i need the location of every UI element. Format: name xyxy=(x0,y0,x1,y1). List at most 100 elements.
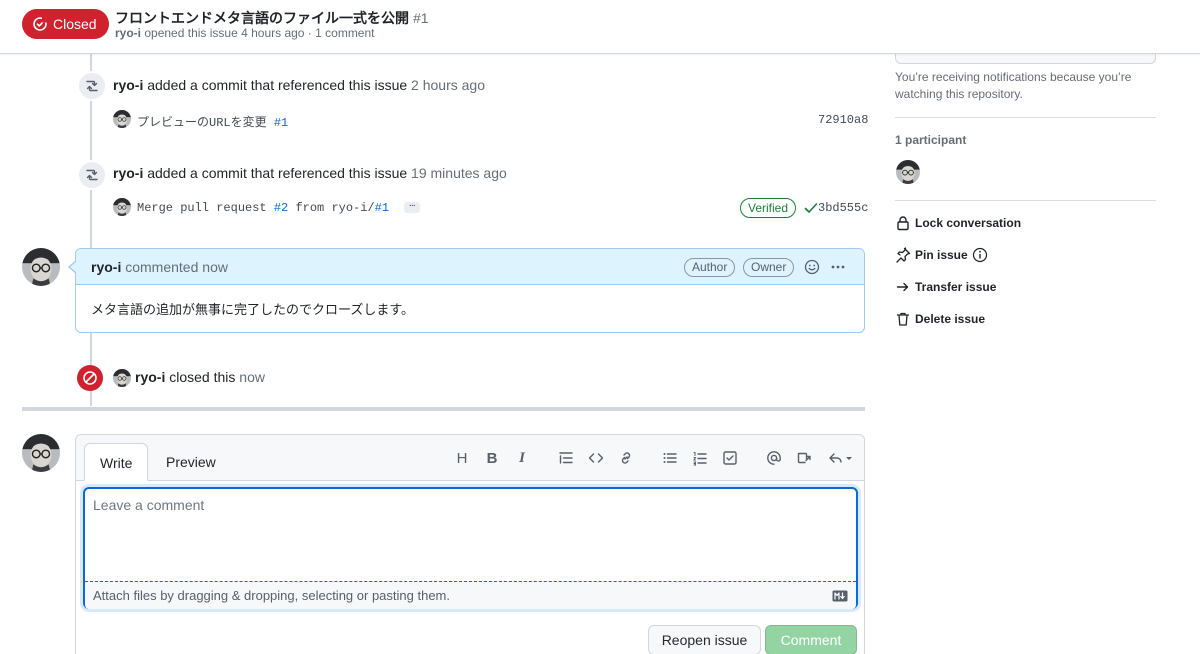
cross-reference-icon xyxy=(86,169,98,181)
delete-issue-label: Delete issue xyxy=(915,312,986,326)
saved-replies-button[interactable] xyxy=(828,450,854,466)
event-action: added a commit that referenced this issu… xyxy=(147,77,408,93)
comment-button[interactable]: Comment xyxy=(765,625,857,654)
bold-button[interactable]: B xyxy=(484,450,500,467)
avatar[interactable] xyxy=(113,369,131,387)
timeline-event-1: ryo-i added a commit that referenced thi… xyxy=(113,77,485,93)
timeline-line xyxy=(90,54,92,406)
lock-conversation-button[interactable]: Lock conversation xyxy=(895,215,1021,231)
quote-button[interactable] xyxy=(558,450,574,466)
participant-avatar[interactable] xyxy=(896,160,920,184)
commit-message: Merge pull request #2 from ryo-i/#1 … xyxy=(137,200,421,215)
event-actor-link[interactable]: ryo-i xyxy=(113,77,143,93)
comment-author-avatar[interactable] xyxy=(22,248,60,286)
issue-number: #1 xyxy=(413,10,429,26)
cross-reference-icon xyxy=(86,80,98,92)
arrow-right-icon xyxy=(896,282,909,292)
comment-author-link[interactable]: ryo-i xyxy=(91,259,121,275)
tab-preview[interactable]: Preview xyxy=(151,443,231,481)
event-time-link[interactable]: now xyxy=(239,369,265,385)
avatar-image xyxy=(113,369,131,387)
issue-meta-text: opened this issue 4 hours ago · 1 commen… xyxy=(144,26,375,40)
list-ordered-icon xyxy=(693,452,707,466)
commit-issue-ref[interactable]: #1 xyxy=(375,201,389,215)
commit-message-link[interactable]: プレビューのURLを変更 xyxy=(137,116,267,130)
commit-message-mid[interactable]: from ryo-i/ xyxy=(295,201,374,215)
avatar-image xyxy=(113,110,131,128)
reply-icon xyxy=(829,453,852,463)
author-label: Author xyxy=(684,258,736,277)
lock-icon xyxy=(897,216,909,231)
link-button[interactable] xyxy=(618,450,634,466)
commit-pr-ref[interactable]: #2 xyxy=(274,201,288,215)
code-icon xyxy=(588,453,604,463)
avatar[interactable] xyxy=(113,110,131,128)
lock-conversation-label: Lock conversation xyxy=(915,216,1022,230)
kebab-horizontal-icon[interactable] xyxy=(830,259,846,275)
cross-reference-badge xyxy=(77,71,107,101)
avatar-image xyxy=(22,248,60,286)
state-label: Closed xyxy=(53,16,97,32)
issue-title[interactable]: フロントエンドメタ言語のファイル一式を公開 #1 xyxy=(115,8,429,28)
event-action: added a commit that referenced this issu… xyxy=(147,165,408,181)
unordered-list-button[interactable] xyxy=(662,450,678,466)
tab-write[interactable]: Write xyxy=(84,443,149,481)
heading-button[interactable]: H xyxy=(454,450,470,467)
comment-action: commented xyxy=(125,259,199,275)
pin-icon xyxy=(896,247,911,263)
new-comment-form: Write Preview H B I Leave a comment Atta… xyxy=(75,434,865,654)
reference-button[interactable] xyxy=(796,450,812,466)
timeline-event-2: ryo-i added a commit that referenced thi… xyxy=(113,165,507,181)
mention-button[interactable] xyxy=(766,450,782,466)
issue-author-link[interactable]: ryo-i xyxy=(115,26,141,40)
smiley-icon[interactable] xyxy=(804,259,820,275)
task-list-button[interactable] xyxy=(722,450,738,466)
issue-title-text: フロントエンドメタ言語のファイル一式を公開 xyxy=(115,10,409,26)
verified-badge[interactable]: Verified xyxy=(740,198,797,218)
closed-event-badge xyxy=(77,365,103,391)
markdown-icon[interactable] xyxy=(832,590,848,602)
comment-textarea-wrapper: Attach files by dragging & dropping, sel… xyxy=(83,487,858,609)
comment-header: ryo-i commented now Author Owner xyxy=(76,249,864,285)
expand-commit-button[interactable]: … xyxy=(404,200,421,214)
link-icon xyxy=(621,452,631,464)
cross-reference-badge xyxy=(77,160,107,190)
comment-author-line: ryo-i commented now xyxy=(91,259,228,275)
owner-label: Owner xyxy=(743,258,795,277)
event-time-link[interactable]: 2 hours ago xyxy=(411,77,485,93)
comment-box: ryo-i commented now Author Owner メタ言語の追加… xyxy=(68,248,865,333)
event-actor-link[interactable]: ryo-i xyxy=(113,165,143,181)
closed-event: ryo-i closed this now xyxy=(135,369,265,385)
check-icon xyxy=(804,203,818,213)
commit-issue-ref[interactable]: #1 xyxy=(274,116,288,130)
event-action: closed this xyxy=(169,369,236,385)
skip-circle-icon xyxy=(83,371,97,385)
pin-issue-button[interactable]: Pin issue xyxy=(895,247,988,263)
event-actor-link[interactable]: ryo-i xyxy=(135,369,165,385)
event-time-link[interactable]: 19 minutes ago xyxy=(411,165,507,181)
tasklist-icon xyxy=(723,451,737,465)
avatar[interactable] xyxy=(113,198,131,216)
issue-meta: ryo-i opened this issue 4 hours ago · 1 … xyxy=(115,26,375,40)
transfer-issue-button[interactable]: Transfer issue xyxy=(895,279,996,295)
trash-icon xyxy=(896,312,910,326)
ordered-list-button[interactable] xyxy=(692,450,708,466)
attach-files-bar[interactable]: Attach files by dragging & dropping, sel… xyxy=(85,581,856,609)
state-badge-closed: Closed xyxy=(22,9,109,39)
mention-icon xyxy=(767,451,781,465)
current-user-avatar[interactable] xyxy=(22,434,60,472)
comment-time-link[interactable]: now xyxy=(202,259,228,275)
italic-button[interactable]: I xyxy=(514,450,530,466)
cross-reference-icon xyxy=(797,452,811,464)
sidebar-divider xyxy=(895,200,1156,201)
comment-textarea[interactable] xyxy=(85,489,856,581)
commit-message-prefix[interactable]: Merge pull request xyxy=(137,201,267,215)
delete-issue-button[interactable]: Delete issue xyxy=(895,311,985,327)
code-button[interactable] xyxy=(588,450,604,466)
info-icon[interactable] xyxy=(972,247,988,263)
commit-sha[interactable]: 3bd555c xyxy=(818,201,868,215)
reopen-issue-button[interactable]: Reopen issue xyxy=(648,625,761,654)
commit-sha[interactable]: 72910a8 xyxy=(818,113,868,127)
attach-files-text: Attach files by dragging & dropping, sel… xyxy=(93,588,450,603)
sidebar-divider xyxy=(895,117,1156,118)
